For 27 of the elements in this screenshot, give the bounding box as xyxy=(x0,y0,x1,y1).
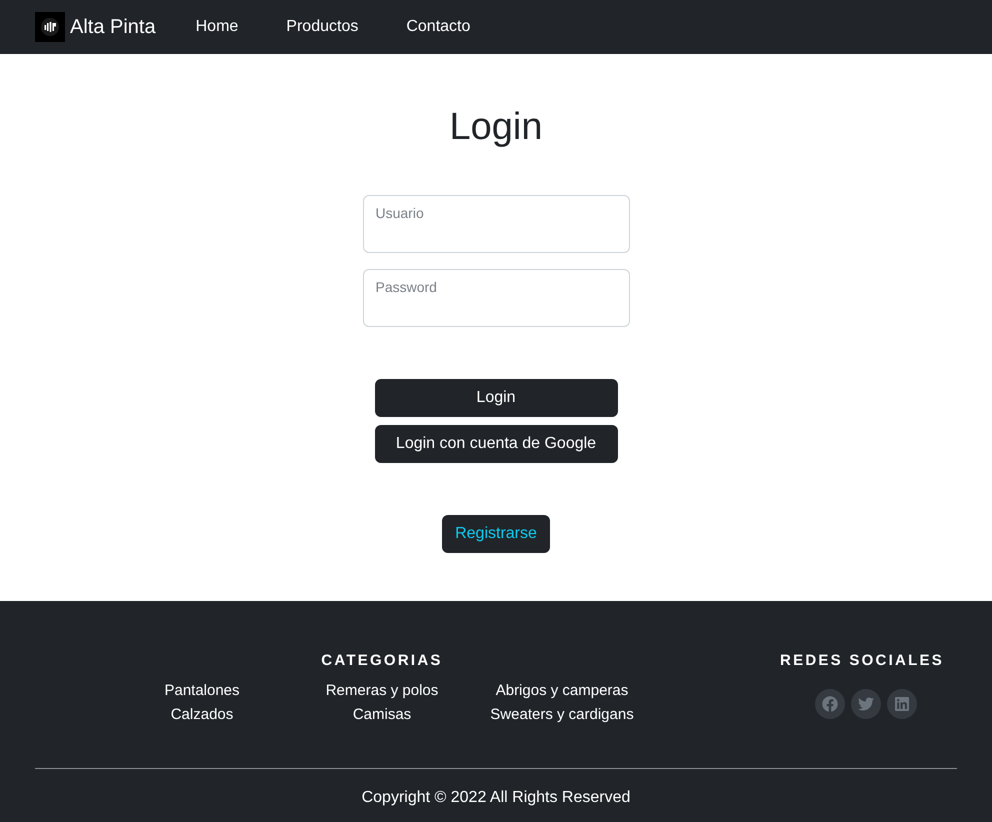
input-field[interactable]: Password xyxy=(362,269,630,327)
copyright-text: Copyright © 2022 All Rights Reserved xyxy=(360,788,632,808)
social-button[interactable] xyxy=(851,689,881,719)
social-button[interactable] xyxy=(887,689,917,719)
brand-link[interactable]: Alta Pinta xyxy=(35,12,156,42)
register-button[interactable]: Registrarse xyxy=(442,515,550,553)
input-field[interactable]: Usuario xyxy=(362,195,630,253)
brand-name: Alta Pinta xyxy=(70,15,156,40)
category-link[interactable]: Sweaters y cardigans xyxy=(490,703,634,727)
footer-heading: REDES SOCIALES xyxy=(780,651,944,671)
nav-link[interactable]: Contacto xyxy=(382,15,494,39)
facebook-icon xyxy=(822,696,838,712)
login-button[interactable]: Login con cuenta de Google xyxy=(374,425,618,463)
footer-heading: CATEGORIAS xyxy=(321,651,443,671)
twitter-icon xyxy=(858,696,874,712)
category-link[interactable]: Remeras y polos xyxy=(326,679,438,703)
category-link[interactable]: Camisas xyxy=(352,703,412,727)
social-button[interactable] xyxy=(815,689,845,719)
linkedin-icon xyxy=(894,696,910,712)
logo-icon xyxy=(35,12,65,42)
page-title: Login xyxy=(450,105,542,150)
nav-link[interactable]: Productos xyxy=(262,15,382,39)
category-link[interactable]: Calzados xyxy=(170,703,234,727)
category-link[interactable]: Abrigos y camperas xyxy=(496,679,628,703)
category-link[interactable]: Pantalones xyxy=(164,679,240,703)
login-button[interactable]: Login xyxy=(374,379,618,417)
nav-link[interactable]: Home xyxy=(172,15,262,39)
